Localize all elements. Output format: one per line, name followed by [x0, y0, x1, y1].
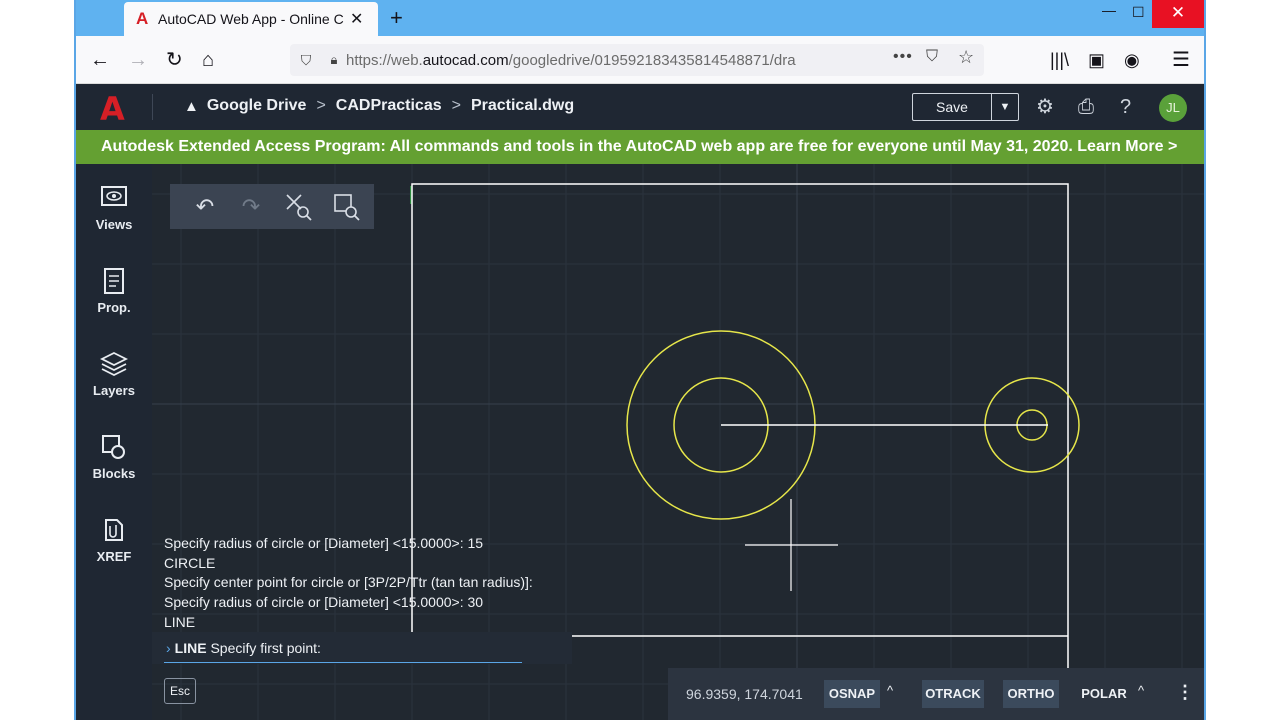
left-toolbar: Views Prop. Layers Blocks XREF: [76, 164, 152, 720]
zoom-extents-icon[interactable]: [282, 192, 316, 222]
banner-text: Autodesk Extended Access Program: All co…: [101, 138, 1073, 155]
tab-title: AutoCAD Web App - Online C: [158, 11, 344, 27]
command-history: Specify radius of circle or [Diameter] <…: [164, 534, 584, 633]
tab-bar: A AutoCAD Web App - Online C ✕ + — ☐ ✕: [76, 0, 1204, 36]
tool-label: Views: [95, 217, 133, 232]
ortho-toggle[interactable]: ORTHO: [1003, 680, 1059, 708]
tool-views[interactable]: Views: [76, 174, 152, 238]
gear-icon[interactable]: ⚙: [1036, 96, 1054, 118]
account-icon[interactable]: ◉: [1124, 48, 1140, 72]
crosshair-cursor: [745, 499, 838, 591]
breadcrumb-separator-icon: >: [451, 97, 461, 114]
save-dropdown-icon[interactable]: ▼: [992, 93, 1019, 121]
redo-icon[interactable]: ↷: [234, 192, 268, 222]
google-drive-icon: ▲: [184, 97, 199, 115]
avatar[interactable]: JL: [1159, 94, 1187, 122]
status-bar: 96.9359, 174.7041 OSNAP ^ OTRACK ORTHO P…: [668, 668, 1204, 720]
polar-caret-icon[interactable]: ^: [1138, 683, 1144, 698]
more-icon[interactable]: •••: [893, 48, 913, 66]
new-tab-icon[interactable]: +: [390, 5, 403, 31]
tool-label: Layers: [93, 383, 135, 398]
history-line: Specify radius of circle or [Diameter] <…: [164, 535, 484, 551]
layers-icon: [99, 350, 129, 378]
breadcrumb-google-drive[interactable]: Google Drive: [207, 97, 307, 115]
xref-icon: [100, 516, 128, 544]
help-icon[interactable]: ?: [1120, 96, 1131, 118]
osnap-caret-icon[interactable]: ^: [887, 683, 893, 698]
history-line: LINE: [164, 613, 196, 630]
shield-icon[interactable]: ⛉: [290, 52, 322, 69]
sidebar-icon[interactable]: ▣: [1088, 48, 1105, 72]
zoom-window-icon[interactable]: [330, 192, 364, 222]
back-arrow-icon[interactable]: ←: [90, 48, 110, 72]
learn-more-link[interactable]: Learn More >: [1077, 138, 1177, 155]
tool-label: XREF: [96, 549, 132, 564]
forward-arrow-icon[interactable]: →: [128, 48, 148, 72]
blocks-icon: [100, 433, 128, 461]
home-icon[interactable]: ⌂: [202, 48, 214, 72]
reload-icon[interactable]: ↻: [166, 48, 183, 72]
tool-layers[interactable]: Layers: [76, 340, 152, 404]
command-input-underline: [164, 662, 522, 663]
browser-tab[interactable]: A AutoCAD Web App - Online C ✕: [124, 2, 378, 36]
history-line: Specify radius of circle or [Diameter] <…: [164, 594, 484, 611]
star-icon[interactable]: ☆: [958, 47, 974, 68]
url-bar[interactable]: ⛉ 🔒︎ https://web.autocad.com/googledrive…: [290, 44, 984, 76]
coordinate-readout: 96.9359, 174.7041: [686, 686, 803, 702]
tab-close-icon[interactable]: ✕: [350, 9, 363, 29]
polar-toggle[interactable]: POLAR: [1078, 680, 1130, 708]
drawing-canvas[interactable]: ↶ ↷ Specify radius of circle or [Diamete…: [152, 164, 1204, 720]
header-divider: [152, 94, 153, 120]
pocket-icon[interactable]: ⛉: [926, 48, 938, 66]
desktop-left: [0, 0, 74, 720]
breadcrumb: ▲ Google Drive > CADPracticas > Practica…: [184, 97, 574, 115]
url-text[interactable]: https://web.autocad.com/googledrive/0195…: [346, 52, 846, 69]
menu-icon[interactable]: ☰: [1172, 48, 1190, 72]
undo-icon[interactable]: ↶: [188, 192, 222, 222]
breadcrumb-separator-icon: >: [316, 97, 326, 114]
autocad-favicon-icon: A: [136, 9, 149, 28]
tool-properties[interactable]: Prop.: [76, 257, 152, 321]
history-line: Specify center point for circle or [3P/2…: [164, 574, 533, 591]
autocad-logo[interactable]: A: [100, 90, 125, 128]
tool-label: Prop.: [97, 300, 131, 315]
tool-label: Blocks: [92, 466, 136, 481]
properties-icon: [100, 267, 128, 295]
chevron-right-icon: ›: [166, 640, 171, 656]
window-close-icon[interactable]: ✕: [1152, 0, 1204, 28]
promo-banner: Autodesk Extended Access Program: All co…: [76, 130, 1204, 164]
app-header: A ▲ Google Drive > CADPracticas > Practi…: [76, 84, 1204, 130]
command-prompt[interactable]: › LINE Specify first point:: [166, 640, 321, 656]
tool-blocks[interactable]: Blocks: [76, 423, 152, 487]
esc-button[interactable]: Esc: [164, 678, 196, 704]
print-icon[interactable]: ⎙: [1078, 96, 1094, 118]
tool-xref[interactable]: XREF: [76, 506, 152, 570]
command-line[interactable]: › LINE Specify first point:: [152, 632, 572, 664]
desktop-right: [1206, 0, 1280, 720]
minimize-icon[interactable]: —: [1102, 2, 1116, 18]
navigation-bar: ← → ↻ ⌂ ⛉ 🔒︎ https://web.autocad.com/goo…: [76, 36, 1204, 84]
otrack-toggle[interactable]: OTRACK: [922, 680, 984, 708]
osnap-toggle[interactable]: OSNAP: [824, 680, 880, 708]
lock-icon[interactable]: 🔒︎: [322, 52, 346, 68]
view-toolbar: ↶ ↷: [170, 184, 374, 229]
views-icon: [100, 184, 128, 212]
save-button[interactable]: Save: [912, 93, 992, 121]
status-menu-icon[interactable]: ⋮: [1176, 682, 1194, 702]
browser-window: A AutoCAD Web App - Online C ✕ + — ☐ ✕ ←…: [74, 0, 1206, 720]
breadcrumb-folder[interactable]: CADPracticas: [336, 97, 442, 115]
history-line: CIRCLE: [164, 554, 216, 571]
breadcrumb-file: Practical.dwg: [470, 97, 575, 114]
maximize-icon[interactable]: ☐: [1132, 4, 1145, 21]
library-icon[interactable]: |||\: [1050, 48, 1069, 72]
